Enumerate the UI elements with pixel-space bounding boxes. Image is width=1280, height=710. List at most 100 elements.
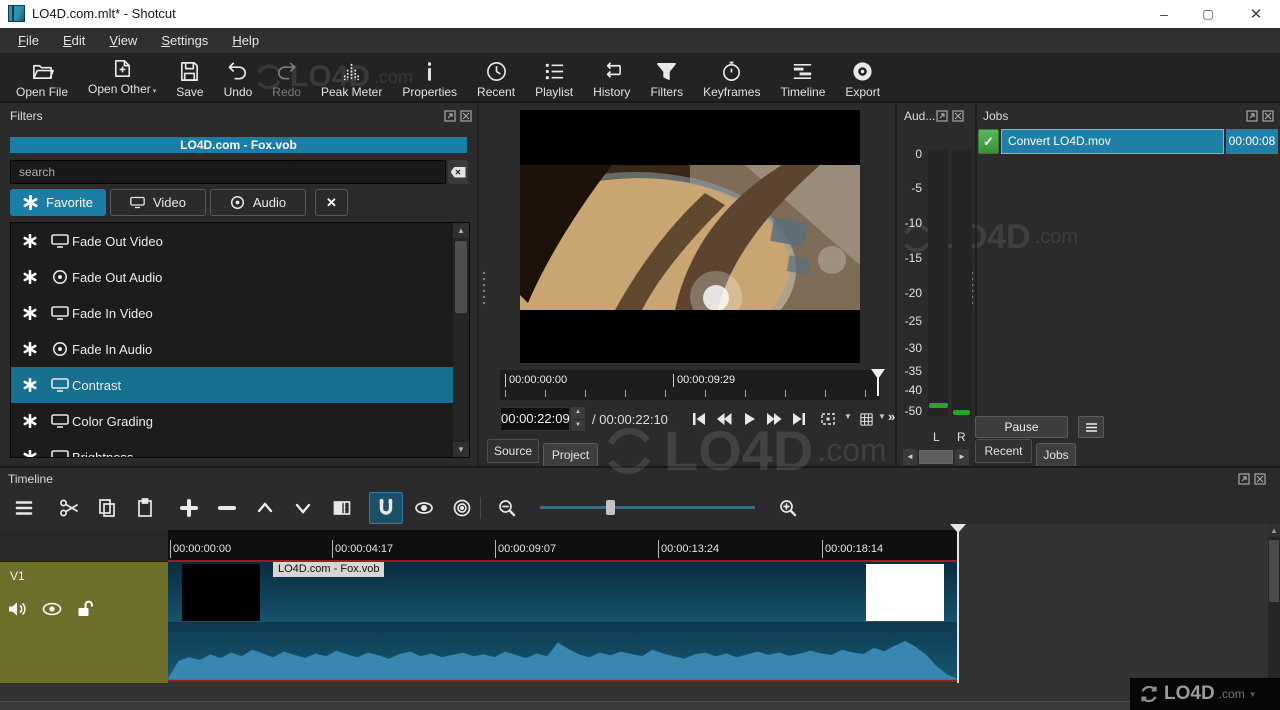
filter-list-item[interactable]: Fade In Video [11, 295, 453, 331]
recent-button[interactable]: Recent [467, 60, 525, 98]
grid-button[interactable] [856, 408, 876, 430]
tab-source[interactable]: Source [487, 439, 539, 463]
menu-settings[interactable]: Settings [149, 28, 220, 53]
scroll-up-icon[interactable]: ▲ [1268, 524, 1280, 537]
menu-edit[interactable]: Edit [51, 28, 97, 53]
timeline-empty-area[interactable] [958, 524, 1268, 683]
seek-bar[interactable]: 00:00:00:00 00:00:09:29 [500, 370, 880, 400]
toolbar-overflow-button[interactable]: » [888, 409, 895, 424]
close-panel-icon[interactable] [460, 110, 472, 122]
timeline-playhead-handle[interactable] [950, 524, 966, 533]
scroll-down-icon[interactable]: ▼ [453, 442, 469, 457]
save-button[interactable]: Save [166, 60, 213, 98]
job-row[interactable]: Convert LO4D.mov [1001, 129, 1224, 154]
filter-list-item[interactable]: Color Grading [11, 403, 453, 439]
scroll-up-icon[interactable]: ▲ [453, 223, 469, 238]
splitter-handle[interactable] [481, 270, 487, 306]
history-button[interactable]: History [583, 60, 640, 98]
meter-scrollbar[interactable]: ◄ ► [903, 449, 969, 465]
close-panel-icon[interactable] [952, 110, 964, 122]
tab-jobs[interactable]: Jobs [1036, 443, 1076, 467]
timeline-vertical-scrollbar[interactable]: ▲ [1268, 524, 1280, 684]
playlist-button[interactable]: Playlist [525, 60, 583, 98]
grid-dropdown-caret[interactable]: ▼ [878, 412, 886, 421]
scroll-right-icon[interactable]: ► [955, 449, 969, 465]
float-panel-icon[interactable] [444, 110, 456, 122]
fast-forward-button[interactable] [762, 408, 785, 430]
tab-favorite-filters[interactable]: Favorite [10, 189, 106, 216]
append-button[interactable] [172, 492, 206, 524]
tab-project[interactable]: Project [543, 443, 598, 467]
ripple-delete-button[interactable] [210, 492, 244, 524]
timeline-ruler[interactable]: 00:00:00:00 00:00:04:17 00:00:09:07 00:0… [168, 530, 958, 560]
menu-view[interactable]: View [97, 28, 149, 53]
keyframes-button[interactable]: Keyframes [693, 60, 770, 98]
jobs-menu-button[interactable] [1078, 416, 1104, 438]
video-preview[interactable] [520, 110, 860, 363]
filters-button[interactable]: Filters [640, 60, 693, 98]
audio-clip[interactable] [168, 629, 958, 680]
ripple-all-tracks-button[interactable] [445, 492, 479, 524]
marker-button[interactable] [325, 492, 359, 524]
zoom-in-button[interactable] [771, 492, 805, 524]
clear-search-button[interactable]: ✕ [448, 160, 468, 184]
export-button[interactable]: Export [835, 60, 890, 98]
undo-button[interactable]: Undo [214, 60, 263, 98]
timeline-menu-button[interactable] [7, 492, 41, 524]
current-timecode-field[interactable]: 00:00:22:09 [500, 407, 570, 431]
mute-track-button[interactable] [8, 600, 30, 620]
zoom-slider-handle[interactable] [606, 500, 615, 515]
menu-file[interactable]: File [6, 28, 51, 53]
pause-button[interactable]: Pause [975, 416, 1068, 438]
overwrite-button[interactable] [286, 492, 320, 524]
scrollbar-thumb[interactable] [455, 241, 467, 313]
zoom-dropdown-caret[interactable]: ▼ [844, 412, 852, 421]
skip-to-end-button[interactable] [787, 408, 810, 430]
properties-button[interactable]: Properties [392, 60, 467, 98]
peak-meter-button[interactable]: Peak Meter [311, 60, 392, 98]
scrollbar-thumb[interactable] [1269, 540, 1279, 602]
tab-recent[interactable]: Recent [975, 439, 1032, 463]
timeline-zoom-slider[interactable] [540, 506, 755, 509]
toggle-zoom-button[interactable] [816, 408, 840, 430]
cut-button[interactable] [52, 492, 86, 524]
v1-track-header[interactable]: V1 [0, 562, 168, 683]
paste-button[interactable] [128, 492, 162, 524]
float-panel-icon[interactable] [1246, 110, 1258, 122]
close-panel-icon[interactable] [1254, 473, 1266, 485]
maximize-button[interactable]: ▢ [1186, 0, 1230, 28]
timeline-horizontal-scrollbar[interactable] [0, 701, 1280, 710]
timeline-button[interactable]: Timeline [770, 60, 835, 98]
redo-button[interactable]: Redo [262, 60, 311, 98]
minimize-button[interactable]: – [1142, 0, 1186, 28]
rewind-button[interactable] [712, 408, 735, 430]
lock-track-button[interactable] [76, 600, 98, 620]
snap-toggle-button[interactable] [369, 492, 403, 524]
filter-list-item[interactable]: Fade Out Audio [11, 259, 453, 295]
lift-button[interactable] [248, 492, 282, 524]
menu-help[interactable]: Help [220, 28, 271, 53]
timeline-playhead[interactable] [957, 524, 959, 684]
open-file-button[interactable]: Open File [6, 60, 78, 98]
filter-list-item[interactable]: Fade Out Video [11, 223, 453, 259]
filter-list-scrollbar[interactable]: ▲ ▼ [453, 223, 469, 457]
spin-down-icon[interactable]: ▼ [571, 420, 585, 432]
zoom-out-button[interactable] [490, 492, 524, 524]
float-panel-icon[interactable] [936, 110, 948, 122]
open-other-button[interactable]: Open Other▾ [78, 57, 166, 98]
master-track-header[interactable]: Master [0, 530, 168, 562]
copy-button[interactable] [90, 492, 124, 524]
filter-search-input[interactable] [10, 160, 446, 184]
tab-audio-filters[interactable]: Audio [210, 189, 306, 216]
float-panel-icon[interactable] [1238, 473, 1250, 485]
hide-track-button[interactable] [42, 600, 64, 620]
play-button[interactable] [737, 408, 760, 430]
scrub-while-dragging-button[interactable] [407, 492, 441, 524]
filter-list-item[interactable]: Brightness [11, 439, 453, 458]
close-button[interactable]: ✕ [1232, 0, 1280, 28]
filter-list-item[interactable]: Fade In Audio [11, 331, 453, 367]
scroll-left-icon[interactable]: ◄ [903, 449, 917, 465]
deselect-filter-button[interactable]: ✕ [315, 189, 348, 216]
spin-up-icon[interactable]: ▲ [571, 407, 585, 419]
close-panel-icon[interactable] [1262, 110, 1274, 122]
